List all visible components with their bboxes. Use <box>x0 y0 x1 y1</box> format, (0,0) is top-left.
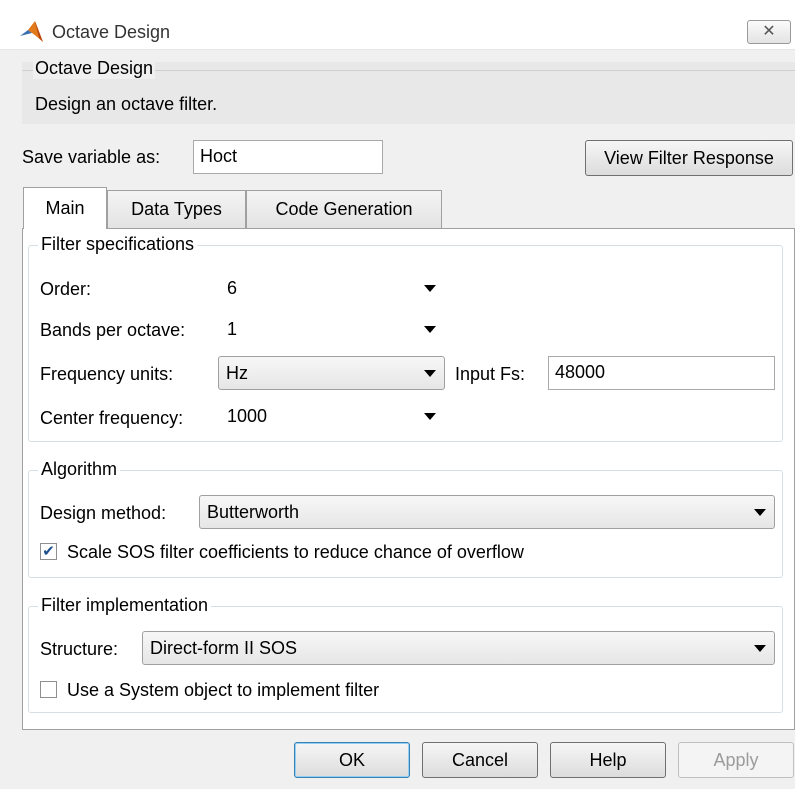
tab-main[interactable]: Main <box>23 187 107 229</box>
order-value: 6 <box>227 278 238 298</box>
input-fs-label: Input Fs: <box>455 364 526 384</box>
center-frequency-dropdown[interactable]: 1000 <box>219 400 445 432</box>
tab-code-generation[interactable]: Code Generation <box>246 190 442 228</box>
input-fs-value: 48000 <box>555 362 606 382</box>
frequency-units-dropdown[interactable]: Hz <box>218 356 445 390</box>
chevron-down-icon <box>424 285 436 292</box>
apply-button[interactable]: Apply <box>678 742 794 778</box>
header-title: Octave Design <box>33 58 156 79</box>
filter-implementation-title: Filter implementation <box>38 595 212 616</box>
design-method-value: Butterworth <box>207 502 300 522</box>
close-icon: ✕ <box>762 23 776 40</box>
chevron-down-icon <box>754 645 766 652</box>
order-label: Order: <box>40 279 92 299</box>
filter-specifications-title: Filter specifications <box>38 234 198 255</box>
save-variable-label: Save variable as: <box>22 147 161 167</box>
structure-value: Direct-form II SOS <box>150 638 298 658</box>
system-object-checkbox[interactable] <box>40 681 57 698</box>
window-title: Octave Design <box>52 22 171 42</box>
structure-dropdown[interactable]: Direct-form II SOS <box>142 631 775 665</box>
bands-per-octave-value: 1 <box>227 319 238 339</box>
input-fs-input[interactable]: 48000 <box>548 356 775 390</box>
chevron-down-icon <box>424 413 436 420</box>
order-dropdown[interactable]: 6 <box>219 272 445 304</box>
center-frequency-label: Center frequency: <box>40 408 184 428</box>
checkmark-icon: ✔ <box>42 543 55 560</box>
chevron-down-icon <box>424 370 436 377</box>
bands-per-octave-label: Bands per octave: <box>40 320 186 340</box>
cancel-button[interactable]: Cancel <box>422 742 538 778</box>
frequency-units-label: Frequency units: <box>40 364 174 384</box>
matlab-icon <box>20 21 43 42</box>
save-variable-input[interactable]: Hoct <box>193 140 383 174</box>
design-method-dropdown[interactable]: Butterworth <box>199 495 775 529</box>
design-method-label: Design method: <box>40 503 167 523</box>
center-frequency-value: 1000 <box>227 406 268 426</box>
structure-label: Structure: <box>40 639 119 659</box>
algorithm-title: Algorithm <box>38 459 121 480</box>
chevron-down-icon <box>424 326 436 333</box>
view-filter-response-button[interactable]: View Filter Response <box>585 140 793 176</box>
scale-sos-checkbox[interactable]: ✔ <box>40 543 57 560</box>
save-variable-value: Hoct <box>200 146 238 166</box>
header-description: Design an octave filter. <box>35 94 218 114</box>
system-object-label: Use a System object to implement filter <box>67 680 380 700</box>
tab-data-types[interactable]: Data Types <box>107 190 246 228</box>
scale-sos-label: Scale SOS filter coefficients to reduce … <box>67 542 524 562</box>
help-button[interactable]: Help <box>550 742 666 778</box>
chevron-down-icon <box>754 509 766 516</box>
ok-button[interactable]: OK <box>294 742 410 778</box>
close-button[interactable]: ✕ <box>747 20 791 44</box>
frequency-units-value: Hz <box>226 363 248 383</box>
title-bar: Octave Design ✕ <box>0 0 795 50</box>
bands-per-octave-dropdown[interactable]: 1 <box>219 313 445 345</box>
